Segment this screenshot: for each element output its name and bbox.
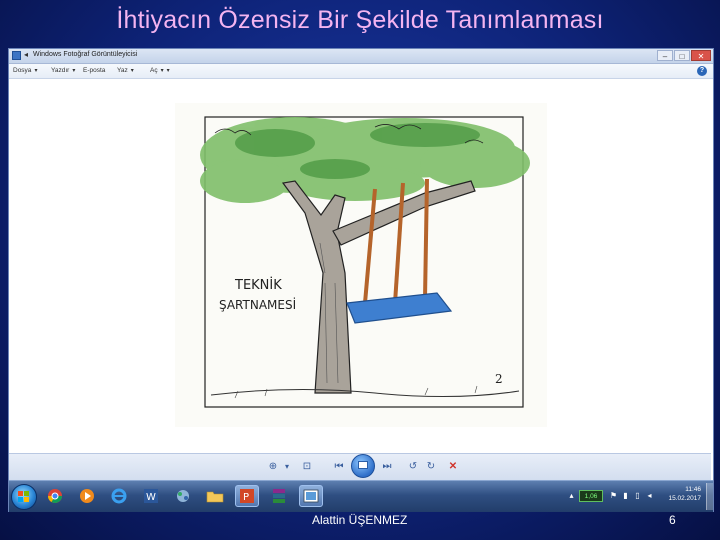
slideshow-icon [358,461,368,469]
back-arrow-icon[interactable]: ◂ [24,50,28,59]
tray-up-arrow-icon[interactable]: ▴ [567,491,576,500]
photo-viewer-icon [12,51,21,60]
rotate-counterclockwise-icon[interactable]: ↺ [405,460,421,474]
clock-time: 11:46 [685,486,701,493]
clock[interactable]: 11:46 15.02.2017 [668,485,701,503]
photo-viewer-window: ◂ Windows Fotoğraf Görüntüleyicisi – □ ✕… [8,48,714,512]
slide-author: Alattin ÜŞENMEZ [312,513,408,527]
winrar-icon[interactable] [267,485,291,507]
folder-icon[interactable] [203,485,227,507]
delete-icon[interactable]: ✕ [445,460,461,474]
minimize-button[interactable]: – [657,50,673,61]
word-icon[interactable]: W [139,485,163,507]
menu-email[interactable]: E-posta [83,67,105,74]
window-controls: – □ ✕ [657,50,711,61]
photo-viewer-icon[interactable] [299,485,323,507]
system-tray: ▴ 1,06 ⚑ ▮ ▯ ◂ 11:46 15.02.2017 [563,483,713,510]
viewer-controls: ⊕ ▾ ⊡ ⏮ ⏭ ↺ ↻ ✕ [9,453,711,480]
taskbar: W P ▴ 1,06 ⚑ ▮ ▯ ◂ 11:46 15.02.2017 [9,480,713,512]
battery-icon[interactable]: ▯ [633,491,642,500]
menu-file[interactable]: Dosya ▾ [13,67,37,74]
artist-initial: 2 [495,372,503,386]
volume-icon[interactable]: ◂ [645,491,654,500]
menu-email-label: E-posta [83,67,106,74]
slideshow-button[interactable] [351,454,375,478]
sign-line-1: TEKNİK [234,277,282,293]
svg-text:P: P [243,492,249,503]
window-titlebar: ◂ Windows Fotoğraf Görüntüleyicisi – □ ✕ [9,49,713,64]
chevron-down-icon: ▾ [72,68,76,74]
slide-page-number: 6 [669,513,676,527]
menu-print[interactable]: Yazdır ▾ [51,67,75,74]
menu-file-label: Dosya [13,67,32,74]
slide-title: İhtiyacın Özensiz Bir Şekilde Tanımlanma… [116,6,604,34]
tray-badge[interactable]: 1,06 [579,490,603,502]
chevron-down-icon: ▾ [166,68,170,74]
chrome-icon[interactable] [43,485,67,507]
menu-burn-label: Yaz [117,67,128,74]
menu-burn[interactable]: Yaz ▾ [117,67,134,74]
chevron-down-icon: ▾ [130,68,134,74]
image-viewer-area: TEKNİK ŞARTNAMESİ 2 [9,79,711,465]
previous-icon[interactable]: ⏮ [331,460,347,474]
zoom-dropdown-icon[interactable]: ▾ [279,460,295,474]
rotate-clockwise-icon[interactable]: ↻ [423,460,439,474]
chevron-down-icon: ▾ [34,68,38,74]
cartoon-image: TEKNİK ŞARTNAMESİ 2 [175,103,547,427]
svg-text:W: W [146,492,156,503]
menu-bar: Dosya ▾ Yazdır ▾ E-posta Yaz ▾ Aç ▾ ▾ ? [9,64,713,79]
menu-open-label: Aç [150,67,158,74]
network-icon[interactable] [171,485,195,507]
menu-open[interactable]: Aç ▾ ▾ [150,67,170,74]
maximize-button[interactable]: □ [674,50,690,61]
flag-icon[interactable]: ⚑ [609,491,618,500]
close-button[interactable]: ✕ [691,50,711,61]
chevron-down-icon: ▾ [160,68,164,74]
tree-swing-illustration: TEKNİK ŞARTNAMESİ 2 [175,103,547,427]
powerpoint-icon[interactable]: P [235,485,259,507]
window-title: Windows Fotoğraf Görüntüleyicisi [33,51,138,58]
actual-size-icon[interactable]: ⊡ [299,460,315,474]
sign-line-2: ŞARTNAMESİ [219,297,296,312]
menu-print-label: Yazdır [51,67,70,74]
clock-date: 15.02.2017 [668,495,701,502]
internet-explorer-icon[interactable] [107,485,131,507]
help-icon[interactable]: ? [697,66,707,76]
show-desktop-button[interactable] [706,483,713,510]
media-player-icon[interactable] [75,485,99,507]
network-status-icon[interactable]: ▮ [621,491,630,500]
next-icon[interactable]: ⏭ [379,460,395,474]
windows-start-icon[interactable] [11,484,37,510]
